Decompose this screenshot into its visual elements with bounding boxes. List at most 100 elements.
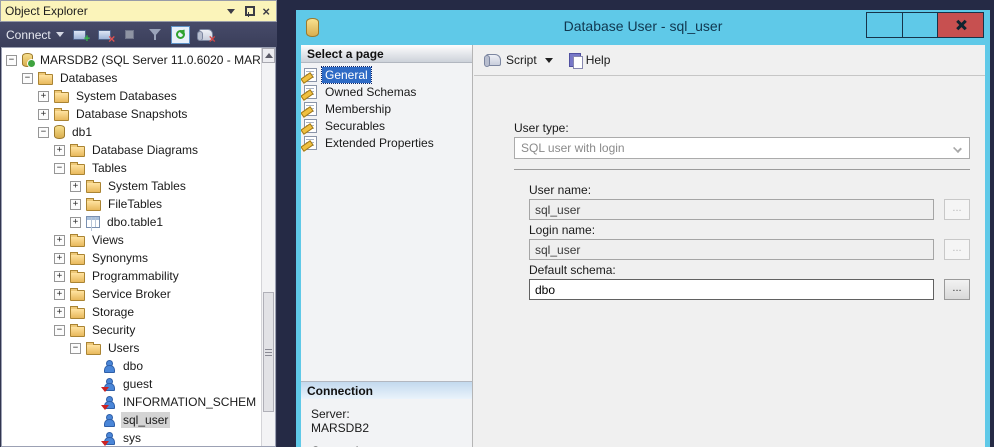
connect-database-button[interactable] — [71, 26, 89, 43]
user-name-browse-button: ... — [944, 199, 970, 220]
help-button[interactable]: Help — [569, 53, 611, 67]
tree-item-system-databases[interactable]: + System Databases — [2, 87, 275, 105]
page-item-general[interactable]: General — [304, 66, 472, 83]
connect-database-icon — [73, 30, 86, 40]
tree-item-database-diagrams[interactable]: +Database Diagrams — [2, 141, 275, 159]
connect-button[interactable]: Connect — [6, 28, 64, 42]
tree-item-views[interactable]: +Views — [2, 231, 275, 249]
expand-toggle[interactable]: + — [70, 199, 81, 210]
expand-toggle[interactable]: + — [54, 289, 65, 300]
tree-item-label: Users — [106, 340, 141, 356]
help-button-label: Help — [586, 53, 611, 67]
page-item-extended-properties[interactable]: Extended Properties — [304, 134, 472, 151]
expand-toggle[interactable]: + — [70, 181, 81, 192]
tree-item-sql-user[interactable]: sql_user — [2, 411, 275, 429]
tree-item-label: db1 — [70, 124, 94, 140]
close-icon — [955, 19, 967, 31]
folder-icon — [70, 308, 85, 319]
tree-item-database-snapshots[interactable]: + Database Snapshots — [2, 105, 275, 123]
server-label: Server: — [311, 407, 472, 421]
db-badge-icon — [100, 357, 107, 366]
default-schema-input[interactable]: dbo — [529, 279, 934, 300]
expand-toggle[interactable]: + — [38, 91, 49, 102]
tree-item-dbo-table1[interactable]: +dbo.table1 — [2, 213, 275, 231]
property-page-icon — [304, 119, 317, 133]
help-icon — [569, 53, 581, 67]
maximize-button[interactable] — [902, 13, 937, 37]
tree-item-guest[interactable]: guest — [2, 375, 275, 393]
scrollbar-thumb[interactable] — [263, 292, 274, 412]
close-icon[interactable]: × — [262, 6, 270, 17]
tree-item-tables[interactable]: − Tables — [2, 159, 275, 177]
tree-item-sys[interactable]: sys — [2, 429, 275, 447]
tree-item-information-schem[interactable]: INFORMATION_SCHEM — [2, 393, 275, 411]
user-type-combobox[interactable]: SQL user with login — [514, 137, 970, 159]
page-item-securables[interactable]: Securables — [304, 117, 472, 134]
tree-item-db1[interactable]: − db1 — [2, 123, 275, 141]
tree-item-label: Tables — [90, 160, 129, 176]
page-item-label: Securables — [322, 118, 388, 134]
tree-item-label: Database Snapshots — [74, 106, 189, 122]
tree-item-system-tables[interactable]: +System Tables — [2, 177, 275, 195]
dialog-toolbar: Script Help — [474, 45, 985, 76]
scroll-delete-button[interactable] — [197, 26, 215, 43]
collapse-toggle[interactable]: − — [54, 163, 65, 174]
tree-item-marsdb2-sql-server-11-0-6020-marsd[interactable]: −MARSDB2 (SQL Server 11.0.6020 - MARSD — [2, 51, 275, 69]
script-button[interactable]: Script — [482, 53, 553, 67]
expand-toggle[interactable]: + — [54, 253, 65, 264]
dialog-titlebar[interactable]: Database User - sql_user — [296, 10, 990, 45]
page-item-owned-schemas[interactable]: Owned Schemas — [304, 83, 472, 100]
tree-item-filetables[interactable]: + FileTables — [2, 195, 275, 213]
tree-scrollbar[interactable] — [261, 48, 275, 446]
collapse-toggle[interactable]: − — [70, 343, 81, 354]
tree-item-security[interactable]: −Security — [2, 321, 275, 339]
page-item-membership[interactable]: Membership — [304, 100, 472, 117]
expand-toggle[interactable]: + — [54, 271, 65, 282]
user-name-input: sql_user — [529, 199, 934, 220]
expand-toggle[interactable]: + — [54, 307, 65, 318]
folder-icon — [86, 344, 101, 355]
tree-item-label: System Databases — [74, 88, 179, 104]
scrollbar-up-button[interactable] — [262, 48, 275, 63]
folder-icon — [86, 182, 101, 193]
expand-toggle[interactable]: + — [70, 217, 81, 228]
chevron-down-icon[interactable] — [545, 58, 553, 63]
collapse-toggle[interactable]: − — [38, 127, 49, 138]
default-schema-browse-button[interactable]: ... — [944, 279, 970, 300]
close-button[interactable] — [937, 13, 983, 37]
refresh-button[interactable] — [171, 26, 190, 44]
arrow-up-icon — [265, 53, 273, 58]
object-explorer-tree: −MARSDB2 (SQL Server 11.0.6020 - MARSD−D… — [2, 51, 275, 447]
tree-item-synonyms[interactable]: +Synonyms — [2, 249, 275, 267]
tree-item-programmability[interactable]: +Programmability — [2, 267, 275, 285]
tree-item-storage[interactable]: +Storage — [2, 303, 275, 321]
tree-item-dbo[interactable]: dbo — [2, 357, 275, 375]
filter-button[interactable] — [146, 26, 164, 43]
tree-item-label: dbo — [121, 358, 145, 374]
tree-item-label: FileTables — [106, 196, 164, 212]
tree-item-service-broker[interactable]: +Service Broker — [2, 285, 275, 303]
select-a-page-header: Select a page — [301, 45, 472, 63]
stop-button[interactable] — [121, 26, 139, 43]
scroll-delete-icon — [199, 29, 213, 41]
collapse-toggle[interactable]: − — [22, 73, 33, 84]
collapse-toggle[interactable]: − — [6, 55, 17, 66]
property-page-icon — [304, 68, 317, 82]
collapse-toggle[interactable]: − — [54, 325, 65, 336]
expand-toggle[interactable]: + — [54, 145, 65, 156]
minimize-button[interactable] — [867, 13, 902, 37]
user-red-icon — [102, 395, 116, 409]
expand-toggle[interactable]: + — [54, 235, 65, 246]
object-explorer-titlebar[interactable]: Object Explorer × — [0, 0, 277, 22]
window-position-chevron-icon[interactable] — [227, 9, 235, 14]
user-red-icon — [102, 431, 116, 445]
login-name-input: sql_user — [529, 239, 934, 260]
disconnect-database-button[interactable] — [96, 26, 114, 43]
tree-item-label: guest — [121, 376, 154, 392]
tree-item-users[interactable]: − Users — [2, 339, 275, 357]
folder-icon — [54, 110, 69, 121]
auto-hide-pin-icon[interactable] — [244, 6, 253, 17]
expand-toggle[interactable]: + — [38, 109, 49, 120]
tree-item-databases[interactable]: −Databases — [2, 69, 275, 87]
folder-icon — [70, 236, 85, 247]
